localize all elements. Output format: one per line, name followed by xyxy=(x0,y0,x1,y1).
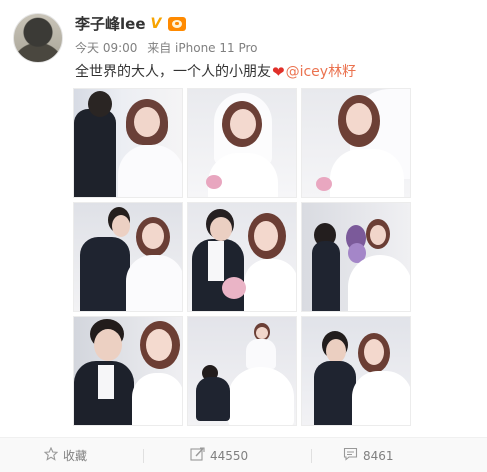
photo-grid xyxy=(73,88,411,426)
repost-icon xyxy=(190,447,205,464)
star-icon xyxy=(43,446,59,464)
comment-count: 8461 xyxy=(363,448,394,463)
favorite-label: 收藏 xyxy=(63,449,88,463)
red-heart-icon: ❤ xyxy=(272,63,285,81)
photo-2[interactable] xyxy=(187,88,297,198)
divider xyxy=(311,449,312,463)
username[interactable]: 李子峰lee xyxy=(75,14,146,34)
comment-button[interactable]: 8461 xyxy=(343,438,394,472)
repost-count: 44550 xyxy=(210,448,249,463)
vip-crown-icon[interactable] xyxy=(167,17,186,31)
photo-4[interactable] xyxy=(73,202,183,312)
photo-3[interactable] xyxy=(301,88,411,198)
post-meta: 今天 09:00 来自 iPhone 11 Pro xyxy=(75,40,258,56)
photo-5[interactable] xyxy=(187,202,297,312)
photo-8[interactable] xyxy=(187,316,297,426)
photo-1[interactable] xyxy=(73,88,183,198)
photo-7[interactable] xyxy=(73,316,183,426)
avatar[interactable] xyxy=(13,13,63,63)
favorite-button[interactable]: 收藏 xyxy=(43,438,88,472)
post-text-main: 全世界的大人，一个人的小朋友 xyxy=(75,64,271,80)
repost-button[interactable]: 44550 xyxy=(190,438,248,472)
photo-6[interactable] xyxy=(301,202,411,312)
post-text: 全世界的大人，一个人的小朋友 ❤ @icey林籽 xyxy=(75,62,356,82)
verified-v-icon[interactable]: V xyxy=(151,17,165,31)
username-row: 李子峰lee V xyxy=(75,14,186,34)
post-source[interactable]: 来自 iPhone 11 Pro xyxy=(147,41,257,55)
divider xyxy=(143,449,144,463)
mention-link[interactable]: @icey林籽 xyxy=(286,62,357,82)
photo-9[interactable] xyxy=(301,316,411,426)
comment-icon xyxy=(343,447,358,464)
action-bar: 收藏 44550 8461 xyxy=(0,437,487,472)
post-time[interactable]: 今天 09:00 xyxy=(75,41,137,55)
